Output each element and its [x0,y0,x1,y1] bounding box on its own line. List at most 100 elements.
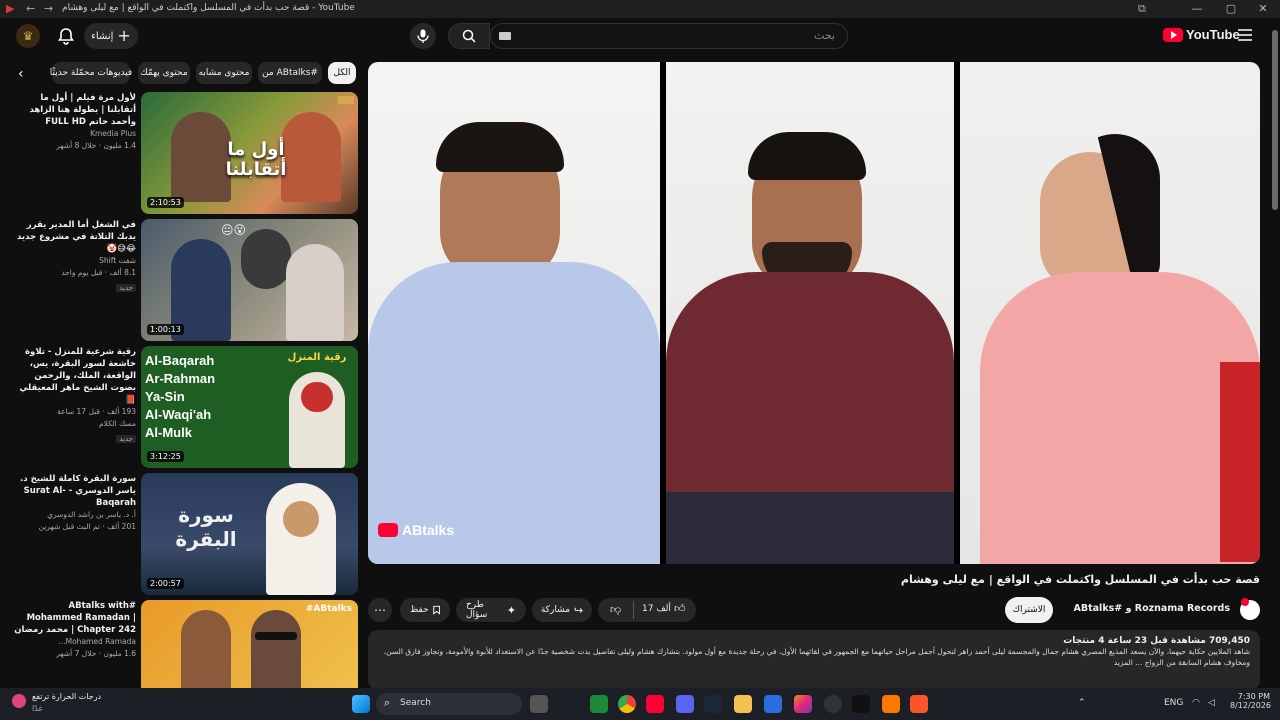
channel-name[interactable]: ABtalks# و Roznama Records [1064,603,1230,614]
windows-start-icon[interactable] [352,695,370,713]
chevron-left-icon[interactable]: ‹ [18,66,24,82]
weather-icon[interactable] [12,694,26,708]
chip-for-you[interactable]: محتوى يهمّك [138,62,190,84]
voice-search-button[interactable] [410,23,436,49]
video-title[interactable]: في الشغل أما المدير يقرر يدبك التلاتة في… [10,219,136,255]
search-input[interactable]: بحث [490,23,848,49]
plus-icon: + [117,26,131,45]
avatar[interactable]: ♛ [16,24,40,48]
keyboard-icon[interactable] [499,32,511,40]
minimize-button[interactable]: — [1180,0,1214,18]
video-thumbnail[interactable]: أول ما أتقابلنا 2:10:53 [141,92,358,214]
save-button[interactable]: حفظ [400,598,450,622]
channel-name[interactable]: أ. د. ياسر بن راشد الدوسري [10,509,136,521]
wifi-icon[interactable]: ◠ [1192,698,1200,708]
like-count[interactable]: 17 ألف [642,604,671,614]
video-player[interactable]: ABtalks [368,62,1260,564]
task-view-icon[interactable] [530,695,548,713]
description-box[interactable]: 709,450 مشاهدة قبل 23 ساعة 4 منتجات شاهد… [368,630,1260,690]
video-thumbnail[interactable]: #ABtalks [141,600,358,688]
dislike-button[interactable]: 👎︎ [610,603,621,616]
create-button[interactable]: إنشاء + [84,23,138,49]
forward-icon[interactable]: → [44,2,53,15]
channel-name[interactable]: Mohamed Ramada... [10,636,136,648]
taskbar-search[interactable]: ⌕ Search [376,693,522,715]
discord-icon[interactable] [676,695,694,713]
video-info: #ABtalks with Mohammed Ramadan | Chapter… [10,600,136,660]
person-hair [748,132,866,180]
menu-button[interactable] [1238,29,1252,41]
surah-name: Al-Baqarah [145,353,215,368]
sparkle-icon: ✦ [506,603,516,617]
extensions-icon[interactable]: ⧉ [1138,2,1146,16]
app-icon[interactable] [590,695,608,713]
channel-avatar[interactable] [1240,598,1260,620]
microphone-icon [417,29,429,43]
list-item[interactable]: #ABtalks with Mohammed Ramadan | Chapter… [10,600,358,688]
search-button[interactable] [448,23,490,49]
video-thumbnail[interactable]: Al-Baqarah Ar-Rahman Ya-Sin Al-Waqi'ah A… [141,346,358,468]
view-stats: 709,450 مشاهدة قبل 23 ساعة 4 منتجات [1063,636,1250,646]
instagram-icon[interactable] [794,695,812,713]
channel-name[interactable]: Kmedia Plus [10,128,136,140]
maximize-button[interactable]: ▢ [1214,0,1248,18]
video-meta: 193 ألف · قبل 17 ساعة [57,407,136,416]
like-icon[interactable]: 👍︎ [674,602,686,615]
youtube-app-icon[interactable] [646,695,664,713]
youtube-play-icon [1163,27,1183,42]
language-indicator[interactable]: ENG [1164,698,1183,708]
share-label: مشاركة [540,605,570,615]
chrome-icon[interactable] [618,695,636,713]
app-icon[interactable] [764,695,782,713]
like-dislike-group: 👎︎ 17 ألف 👍︎ [598,598,696,622]
live-dot-icon [1241,598,1249,606]
video-thumbnail[interactable]: 😐😮 1:00:13 [141,219,358,341]
youtube-logo[interactable]: YouTube [1163,27,1240,42]
list-item[interactable]: سورة البقرة كاملة للشيخ د. ياسر الدوسري … [10,473,358,595]
video-meta: 201 ألف · تم البث قبل شهرين [38,522,136,531]
subscribe-button[interactable]: الاشتراك [1005,597,1053,623]
video-title[interactable]: #ABtalks with Mohammed Ramadan | Chapter… [10,600,136,636]
tiktok-icon[interactable] [852,695,870,713]
list-item[interactable]: لأول مرة فيلم | أول ما أتقابلنا | بطولة … [10,92,358,214]
weather-sub: غدًا [32,704,43,713]
watermark-text: ABtalks [402,522,455,538]
channel-name[interactable]: مسك الكلام [10,418,136,430]
tray-overflow-icon[interactable]: ⌃ [1078,698,1086,708]
video-title[interactable]: سورة البقرة كاملة للشيخ د. ياسر الدوسري … [10,473,136,509]
ask-button[interactable]: طرح سؤال ✦ [456,598,526,622]
tab-title: قصة حب بدأت في المسلسل واكتملت في الواقع… [62,3,355,13]
video-title[interactable]: رقية شرعية للمنزل - تلاوة خاشعة لسور الب… [10,346,136,406]
close-button[interactable]: ✕ [1246,0,1280,18]
steam-icon[interactable] [704,695,722,713]
video-meta: 1.6 مليون · خلال 7 أشهر [56,649,136,658]
surah-name: Al-Waqi'ah [145,407,212,422]
file-explorer-icon[interactable] [734,695,752,713]
scrollbar-thumb[interactable] [1272,30,1278,210]
weather-title[interactable]: درجات الحرارة ترتفع [32,692,101,701]
surah-name: Al-Mulk [145,425,192,440]
page-scrollbar[interactable] [1270,18,1280,688]
brave-icon[interactable] [910,695,928,713]
channel-name[interactable]: شفت Shift [10,255,136,267]
clock[interactable]: 7:30 PM 8/12/2026 [1230,692,1271,710]
app-icon[interactable] [824,695,842,713]
abtalks-watermark: ABtalks [378,522,454,538]
notifications-button[interactable] [56,26,76,46]
list-item[interactable]: رقية شرعية للمنزل - تلاوة خاشعة لسور الب… [10,346,358,468]
soundcloud-icon[interactable] [882,695,900,713]
volume-icon[interactable]: ◁ [1208,698,1215,708]
chip-related[interactable]: محتوى مشابه [196,62,252,84]
back-icon[interactable]: ← [26,2,35,15]
sunglasses-image [255,632,297,640]
list-item[interactable]: في الشغل أما المدير يقرر يدبك التلاتة في… [10,219,358,341]
chip-recently-uploaded[interactable]: فيديوهات محمّلة حديثًا [50,62,132,84]
chip-all[interactable]: الكل [328,62,356,84]
share-button[interactable]: مشاركة ↪ [532,598,592,622]
duration-badge: 2:10:53 [147,197,184,208]
chip-from-channel[interactable]: من ABtalks# [258,62,322,84]
more-actions-button[interactable]: ⋯ [368,598,392,622]
video-thumbnail[interactable]: سورة البقرة 2:00:57 [141,473,358,595]
surah-name: Ya-Sin [145,389,185,404]
video-title[interactable]: لأول مرة فيلم | أول ما أتقابلنا | بطولة … [10,92,137,128]
